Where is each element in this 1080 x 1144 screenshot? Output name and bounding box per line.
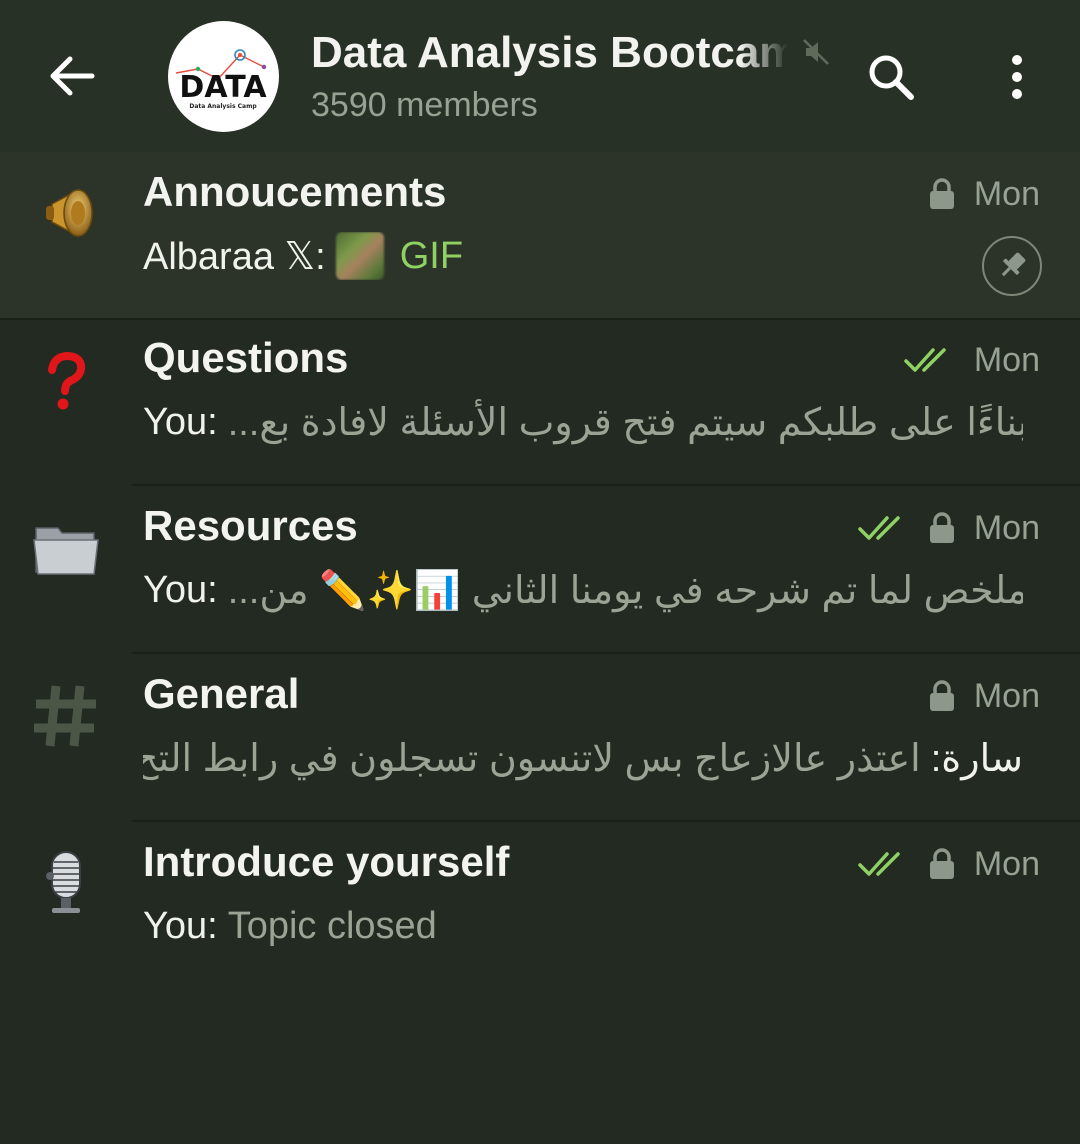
- search-icon: [869, 55, 914, 100]
- read-checks-icon: [858, 852, 900, 876]
- topic-time: Mon: [973, 676, 1040, 715]
- topic-row-general[interactable]: General Mon سارة: اعتذر عالازعاج بس لاتن…: [0, 654, 1080, 822]
- topic-preview: You: بناءًا على طلبكم سيتم فتح قروب الأس…: [143, 398, 1023, 446]
- preview-sender: You:: [143, 904, 218, 947]
- topic-preview: Albaraa 𝕏: GIF: [143, 232, 1023, 280]
- hashtag-icon: [34, 685, 96, 747]
- data-logo-icon: DATA Data Analysis Camp: [175, 49, 267, 110]
- pin-icon: [1001, 252, 1026, 277]
- topic-row-annoucements[interactable]: Annoucements Mon Albaraa 𝕏: GIF: [0, 152, 1080, 320]
- pinned-topic-button[interactable]: [982, 236, 1042, 296]
- group-avatar[interactable]: DATA Data Analysis Camp: [168, 21, 279, 132]
- topic-name: Annoucements: [143, 168, 447, 215]
- megaphone-icon: [46, 188, 93, 238]
- lock-icon: [929, 680, 954, 711]
- topic-name: Questions: [143, 334, 349, 381]
- topic-preview: You: Topic closed: [143, 902, 1023, 950]
- lock-icon: [929, 178, 954, 209]
- mute-icon: [803, 39, 829, 65]
- preview-text: GIF: [399, 234, 464, 277]
- preview-text: اعتذر عالازعاج بس لاتنسون تسجلون في رابط…: [143, 737, 921, 780]
- preview-text: بناءًا على طلبكم سيتم فتح قروب الأسئلة ل…: [227, 401, 1023, 444]
- topic-time: Mon: [973, 844, 1040, 883]
- read-checks-icon: [858, 516, 900, 540]
- back-arrow-icon: [50, 56, 95, 96]
- preview-text: ملخص لما تم شرحه في يومنا الثاني 📊✨✏️ من…: [227, 569, 1023, 612]
- member-count: 3590 members: [311, 86, 538, 124]
- gif-thumbnail: [335, 232, 384, 280]
- topic-time: Mon: [973, 508, 1040, 547]
- search-button[interactable]: [862, 48, 920, 106]
- topic-preview: سارة: اعتذر عالازعاج بس لاتنسون تسجلون ف…: [143, 734, 1023, 782]
- question-mark-icon: [48, 351, 86, 410]
- topic-row-questions[interactable]: Questions Mon You: بناءًا على طلبكم سيتم…: [0, 318, 1080, 486]
- topic-row-resources[interactable]: Resources Mon You: ملخص لما تم شرحه في ي…: [0, 486, 1080, 654]
- topic-time: Mon: [973, 174, 1040, 213]
- topic-name: Resources: [143, 502, 358, 549]
- preview-sender: You:: [143, 400, 218, 443]
- more-options-button[interactable]: [990, 48, 1044, 106]
- avatar-logo-text: DATA: [179, 70, 267, 105]
- lock-icon: [929, 512, 954, 543]
- folder-icon: [33, 527, 99, 575]
- topic-row-introduce-yourself[interactable]: Introduce yourself Mon You: Topic closed: [0, 822, 1080, 990]
- topic-name: Introduce yourself: [143, 838, 510, 885]
- avatar-logo-subtext: Data Analysis Camp: [189, 103, 257, 110]
- chat-header: DATA Data Analysis Camp Data Analysis Bo…: [0, 0, 1080, 152]
- preview-sender: سارة:: [930, 737, 1023, 780]
- topic-time: Mon: [973, 340, 1040, 379]
- preview-sender: Albaraa 𝕏:: [143, 235, 326, 278]
- microphone-icon: [46, 851, 81, 913]
- more-vertical-icon: [1012, 55, 1022, 99]
- preview-text: Topic closed: [227, 904, 437, 947]
- lock-icon: [929, 848, 954, 879]
- preview-sender: You:: [143, 568, 218, 611]
- back-button[interactable]: [40, 46, 104, 106]
- topic-preview: You: ملخص لما تم شرحه في يومنا الثاني 📊✨…: [143, 566, 1023, 614]
- group-title[interactable]: Data Analysis Bootcamp: [311, 28, 789, 80]
- read-checks-icon: [904, 348, 946, 372]
- topic-name: General: [143, 670, 300, 717]
